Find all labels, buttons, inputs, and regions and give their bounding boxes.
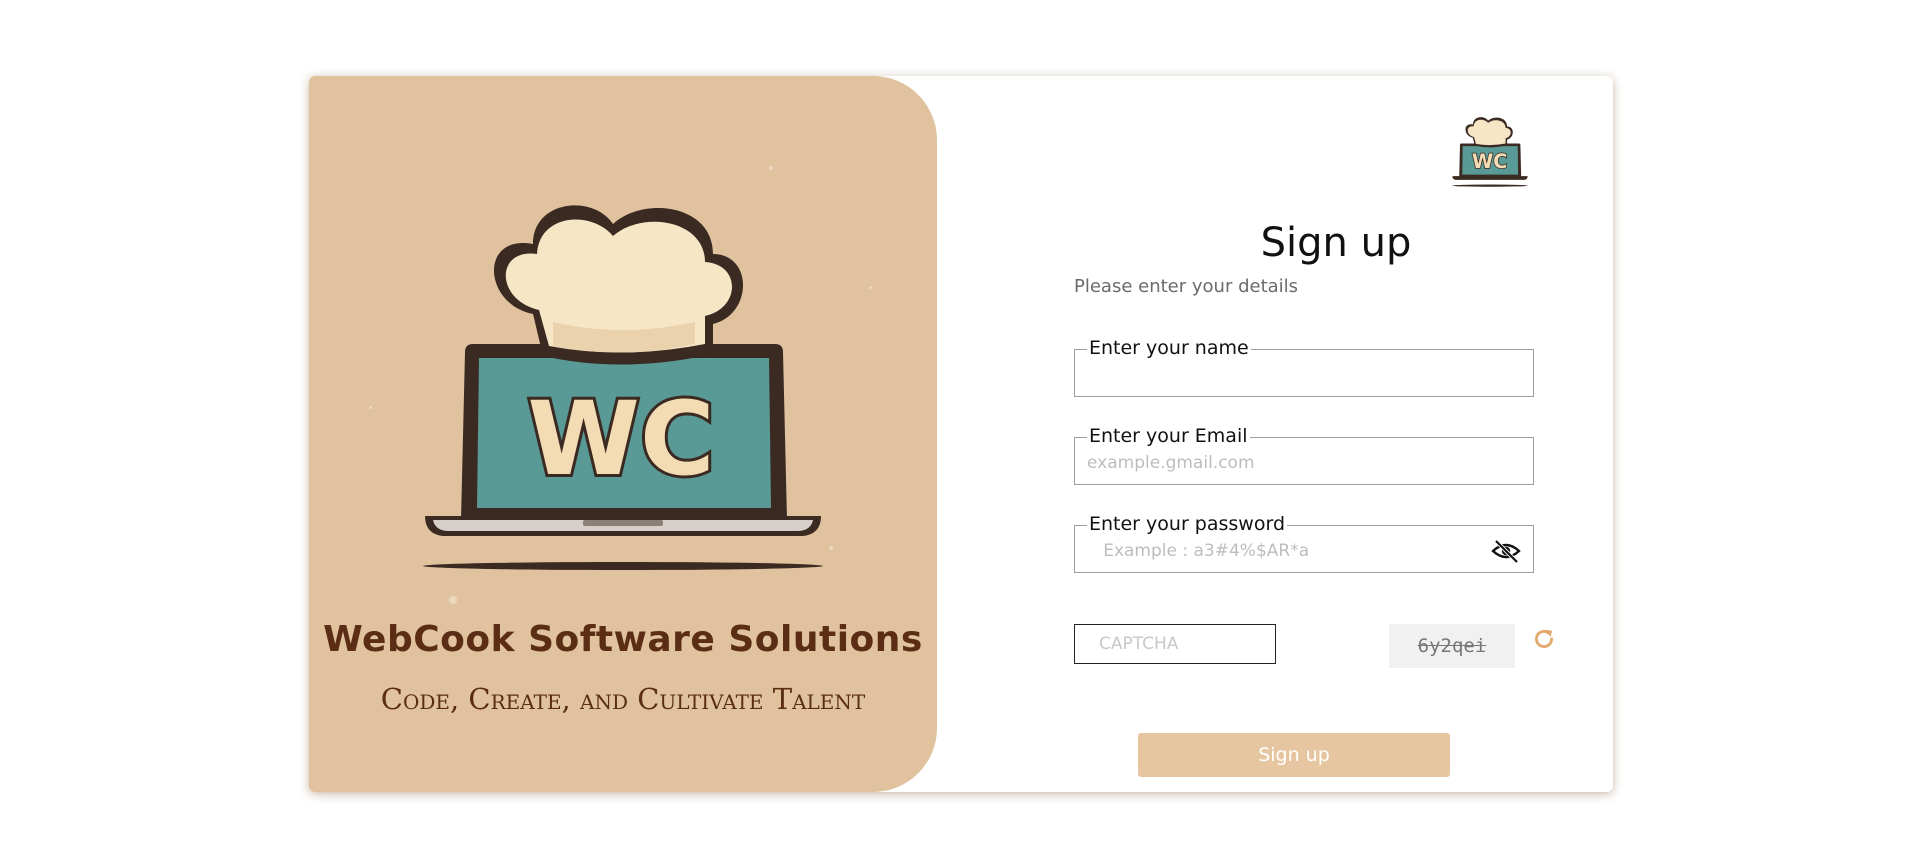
brand-name: WebCook Software Solutions [323, 619, 923, 660]
email-field[interactable]: Enter your Email [1074, 425, 1534, 485]
brand-tagline: Code, Create, and Cultivate Talent [380, 682, 866, 716]
form-title: Sign up [1260, 220, 1412, 266]
form-subtitle: Please enter your details [1074, 276, 1299, 297]
brand-panel: WC WebCook Software Solutions Code, Crea… [309, 76, 937, 792]
password-label: Enter your password [1087, 513, 1288, 535]
email-label: Enter your Email [1087, 425, 1250, 447]
svg-text:WC: WC [1472, 150, 1508, 173]
svg-text:WC: WC [527, 380, 714, 499]
name-input[interactable] [1087, 362, 1507, 388]
captcha-input[interactable] [1074, 624, 1276, 664]
captcha-code: 6y2qei [1389, 624, 1515, 668]
password-field[interactable]: Enter your password [1074, 513, 1534, 573]
refresh-icon[interactable] [1531, 626, 1557, 652]
name-field[interactable]: Enter your name [1074, 337, 1534, 397]
eye-slash-icon[interactable] [1491, 538, 1521, 564]
webcook-logo: WC [423, 205, 823, 570]
webcook-logo-small: WC [1452, 117, 1528, 187]
name-label: Enter your name [1087, 337, 1251, 359]
password-input[interactable] [1087, 538, 1457, 564]
email-input[interactable] [1087, 450, 1507, 476]
signup-card: WC WebCook Software Solutions Code, Crea… [309, 76, 1613, 792]
signup-button[interactable]: Sign up [1138, 733, 1450, 777]
